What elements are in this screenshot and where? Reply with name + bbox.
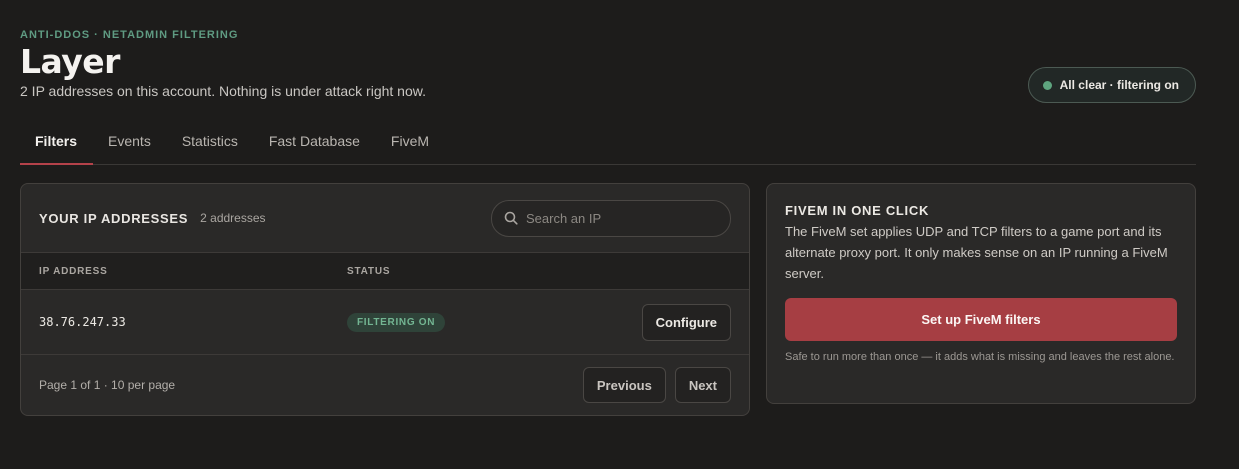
ip-card-header: YOUR IP ADDRESSES 2 addresses	[21, 184, 749, 252]
search-box	[491, 199, 731, 237]
tab-bar: Filters Events Statistics Fast Database …	[20, 120, 1196, 165]
status-badge: All clear · filtering on	[1027, 67, 1196, 103]
tab-statistics[interactable]: Statistics	[167, 120, 254, 165]
ip-address-cell: 38.76.247.33	[39, 315, 126, 329]
next-page-button[interactable]: Next	[674, 367, 731, 403]
pagination-info: Page 1 of 1 · 10 per page	[39, 378, 176, 392]
table-row: 38.76.247.33 FILTERING ON Configure	[21, 290, 749, 355]
fivem-description: The FiveM set applies UDP and TCP filter…	[785, 224, 1168, 281]
ip-addresses-card: YOUR IP ADDRESSES 2 addresses IP ADDRESS…	[20, 183, 750, 416]
page-title: Layer	[20, 42, 120, 81]
ip-card-title: YOUR IP ADDRESSES	[39, 210, 189, 226]
fivem-card-title: FIVEM IN ONE CLICK	[785, 203, 930, 218]
table-header: IP ADDRESS STATUS	[21, 252, 749, 290]
status-badge-filtering: FILTERING ON	[347, 312, 446, 332]
tab-filters[interactable]: Filters	[20, 120, 94, 165]
setup-fivem-button[interactable]: Set up FiveM filters	[785, 298, 1177, 341]
page: ANTI-DDOS · NETADMIN FILTERING Layer 2 I…	[0, 0, 1239, 469]
tab-fivem[interactable]: FiveM	[376, 120, 445, 165]
search-icon	[504, 211, 518, 225]
fivem-card: FIVEM IN ONE CLICK The FiveM set applies…	[766, 183, 1196, 404]
column-ip-address: IP ADDRESS	[39, 265, 108, 277]
column-status: STATUS	[347, 265, 391, 277]
tab-fast-database[interactable]: Fast Database	[254, 120, 376, 165]
section-eyebrow: ANTI-DDOS · NETADMIN FILTERING	[20, 29, 239, 41]
pagination-controls: Previous Next	[582, 367, 731, 403]
search-input[interactable]	[526, 210, 716, 226]
table-footer: Page 1 of 1 · 10 per page Previous Next	[21, 355, 749, 415]
tab-events[interactable]: Events	[93, 120, 167, 165]
ip-count: 2 addresses	[200, 211, 266, 225]
page-header: ANTI-DDOS · NETADMIN FILTERING Layer 2 I…	[20, 29, 1196, 109]
previous-page-button[interactable]: Previous	[582, 367, 666, 403]
configure-button[interactable]: Configure	[641, 303, 731, 341]
status-dot-icon	[1042, 80, 1052, 90]
status-label: All clear · filtering on	[1059, 78, 1179, 92]
fivem-note: Safe to run more than once — it adds wha…	[785, 351, 1175, 363]
page-subtitle: 2 IP addresses on this account. Nothing …	[20, 83, 426, 99]
